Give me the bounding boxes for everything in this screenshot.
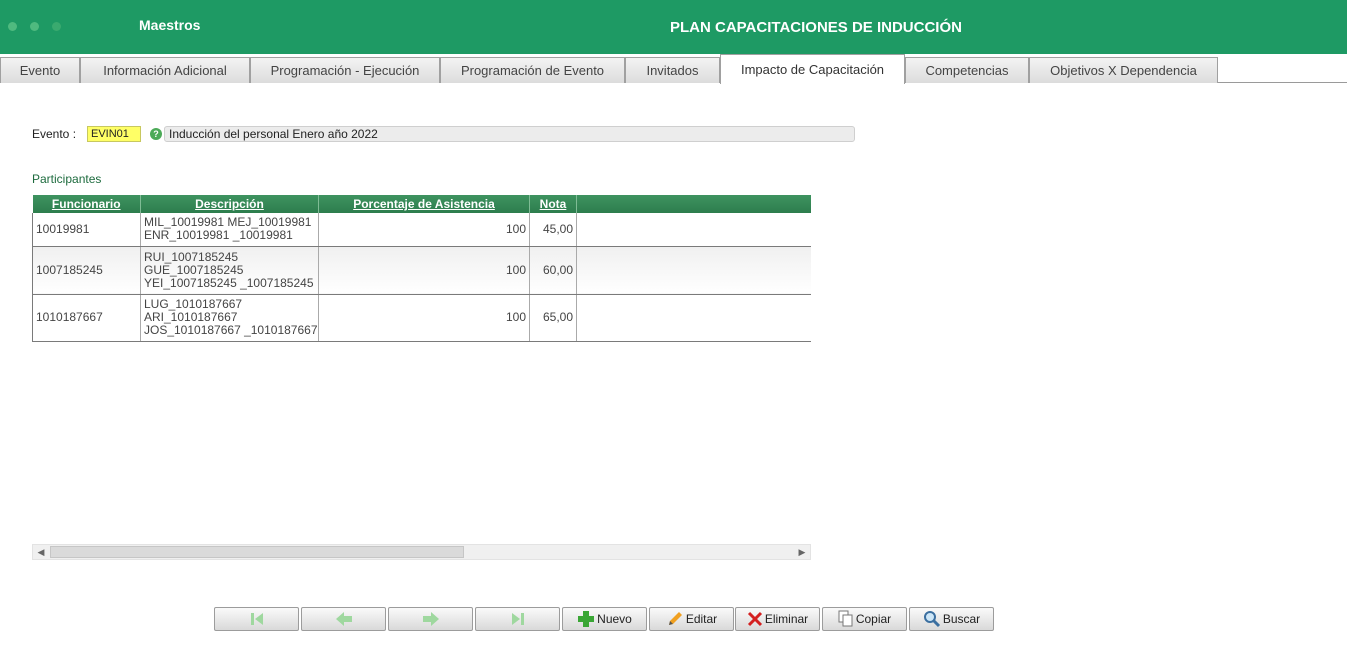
- buscar-button[interactable]: Buscar: [909, 607, 994, 631]
- plus-icon: [578, 611, 595, 627]
- descripcion-line: GUE_1007185245: [144, 262, 244, 277]
- evento-label: Evento :: [32, 127, 77, 141]
- column-header-porcentaje[interactable]: Porcentaje de Asistencia: [318, 195, 530, 213]
- delete-x-icon: [747, 611, 762, 627]
- tab-competencias[interactable]: Competencias: [905, 57, 1029, 83]
- table-row[interactable]: 1010187667 LUG_1010187667 ARI_1010187667…: [32, 294, 811, 342]
- column-header-descripcion[interactable]: Descripción: [140, 195, 319, 213]
- cell-porcentaje[interactable]: 100: [318, 294, 530, 342]
- cell-funcionario[interactable]: 10019981: [32, 213, 141, 247]
- table-row[interactable]: 10019981 MIL_10019981 MEJ_10019981 ENR_1…: [32, 213, 811, 247]
- module-title[interactable]: Maestros: [139, 17, 200, 33]
- column-header-nota[interactable]: Nota: [529, 195, 577, 213]
- tab-objetivos-dependencia[interactable]: Objetivos X Dependencia: [1029, 57, 1218, 83]
- cell-nota[interactable]: 60,00: [529, 246, 577, 295]
- previous-arrow-icon: [335, 612, 352, 626]
- cell-funcionario[interactable]: 1010187667: [32, 294, 141, 342]
- first-record-icon: [250, 613, 263, 625]
- window-dots: [8, 22, 61, 31]
- descripcion-line: ENR_10019981 _10019981: [144, 228, 293, 243]
- horizontal-scrollbar[interactable]: ◀ ▶: [32, 544, 811, 560]
- tab-bar: Evento Información Adicional Programació…: [0, 54, 1347, 84]
- page-title: PLAN CAPACITACIONES DE INDUCCIÓN: [670, 19, 962, 36]
- tab-programacion-ejecucion[interactable]: Programación - Ejecución: [250, 57, 440, 83]
- scroll-right-icon[interactable]: ▶: [794, 545, 810, 559]
- scrollbar-thumb[interactable]: [50, 546, 464, 558]
- copiar-button[interactable]: Copiar: [822, 607, 907, 631]
- last-record-icon: [511, 613, 524, 625]
- cell-funcionario[interactable]: 1007185245: [32, 246, 141, 295]
- cell-porcentaje[interactable]: 100: [318, 213, 530, 247]
- cell-descripcion[interactable]: MIL_10019981 MEJ_10019981 ENR_10019981 _…: [140, 213, 319, 247]
- editar-label: Editar: [685, 612, 718, 626]
- next-arrow-icon: [422, 612, 439, 626]
- tab-invitados[interactable]: Invitados: [625, 57, 720, 83]
- window-dot-icon: [30, 22, 39, 31]
- participantes-grid: Funcionario Descripción Porcentaje de As…: [32, 195, 811, 545]
- evento-description-field: Inducción del personal Enero año 2022: [164, 126, 855, 142]
- editar-button[interactable]: Editar: [649, 607, 734, 631]
- magnifier-icon: [923, 611, 940, 628]
- column-header-funcionario[interactable]: Funcionario: [32, 195, 141, 213]
- scroll-left-icon[interactable]: ◀: [33, 545, 49, 559]
- descripcion-line: YEI_1007185245 _1007185245: [144, 275, 314, 290]
- cell-porcentaje[interactable]: 100: [318, 246, 530, 295]
- cell-empty: [576, 213, 811, 247]
- eliminar-label: Eliminar: [764, 612, 809, 626]
- cell-empty: [576, 246, 811, 295]
- tab-informacion-adicional[interactable]: Información Adicional: [80, 57, 250, 83]
- previous-record-button[interactable]: [301, 607, 386, 631]
- next-record-button[interactable]: [388, 607, 473, 631]
- cell-descripcion[interactable]: LUG_1010187667 ARI_1010187667 JOS_101018…: [140, 294, 319, 342]
- descripcion-line: JOS_1010187667 _1010187667: [144, 323, 318, 337]
- pencil-icon: [668, 612, 682, 625]
- cell-descripcion[interactable]: RUI_1007185245 GUE_1007185245 YEI_100718…: [140, 246, 319, 295]
- column-header-empty: [576, 195, 811, 213]
- tab-impacto-capacitacion[interactable]: Impacto de Capacitación: [720, 54, 905, 84]
- cell-nota[interactable]: 45,00: [529, 213, 577, 247]
- window-dot-icon: [8, 22, 17, 31]
- table-row[interactable]: 1007185245 RUI_1007185245 GUE_1007185245…: [32, 246, 811, 295]
- last-record-button[interactable]: [475, 607, 560, 631]
- nuevo-button[interactable]: Nuevo: [562, 607, 647, 631]
- tab-evento[interactable]: Evento: [0, 57, 80, 83]
- app-header: Maestros PLAN CAPACITACIONES DE INDUCCIÓ…: [0, 0, 1347, 54]
- nuevo-label: Nuevo: [597, 612, 632, 626]
- cell-empty: [576, 294, 811, 342]
- first-record-button[interactable]: [214, 607, 299, 631]
- buscar-label: Buscar: [942, 612, 981, 626]
- window-dot-icon: [52, 22, 61, 31]
- copy-icon: [838, 610, 853, 627]
- copiar-label: Copiar: [855, 612, 892, 626]
- descripcion-line: RUI_1007185245: [144, 249, 239, 264]
- cell-nota[interactable]: 65,00: [529, 294, 577, 342]
- eliminar-button[interactable]: Eliminar: [735, 607, 820, 631]
- help-icon[interactable]: ?: [150, 128, 162, 140]
- participantes-label: Participantes: [32, 172, 102, 186]
- tab-programacion-evento[interactable]: Programación de Evento: [440, 57, 625, 83]
- evento-code-field[interactable]: EVIN01: [87, 126, 141, 142]
